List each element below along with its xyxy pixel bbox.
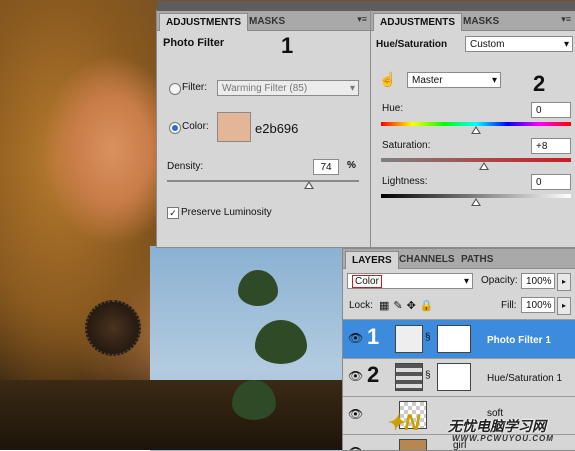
panel-tabbar: ADJUSTMENTS MASKS ▾≡: [157, 11, 371, 31]
panel-title: Photo Filter: [163, 37, 225, 49]
leaf-image: [232, 380, 276, 420]
lock-all-icon[interactable]: 🔒: [420, 300, 438, 312]
layer-name: Photo Filter 1: [487, 335, 551, 346]
panel-tabbar: ADJUSTMENTS MASKS ▾≡: [371, 11, 575, 31]
hue-input[interactable]: 0: [531, 102, 571, 118]
filter-select[interactable]: Warming Filter (85) ▾: [217, 80, 359, 96]
panel-top-trim: [371, 1, 575, 11]
opacity-label: Opacity:: [481, 275, 518, 286]
fill-label: Fill:: [501, 300, 517, 311]
color-hex-label: e2b696: [255, 121, 299, 136]
visibility-eye-icon[interactable]: 👁: [348, 369, 363, 383]
adjustment-thumbnail-icon: [395, 363, 423, 391]
opacity-input[interactable]: 100%: [521, 273, 555, 289]
color-radio[interactable]: [169, 122, 181, 134]
filter-label: Filter:: [182, 82, 207, 93]
hue-saturation-panel: ADJUSTMENTS MASKS ▾≡ Hue/Saturation Cust…: [370, 1, 575, 248]
channel-select-value: Master: [412, 75, 443, 86]
color-swatch[interactable]: [217, 112, 251, 142]
chevron-down-icon: ▾: [563, 39, 569, 50]
leaf-image: [255, 320, 307, 364]
layer-step-number: 1: [367, 324, 380, 349]
fill-input[interactable]: 100%: [521, 297, 555, 313]
panel-top-trim: [157, 1, 371, 11]
watermark-url: WWW.PCWUYOU.COM: [452, 434, 554, 443]
preserve-luminosity-label: Preserve Luminosity: [181, 207, 272, 218]
visibility-eye-icon[interactable]: 👁: [348, 445, 363, 450]
fill-arrow-icon[interactable]: ▸: [557, 297, 571, 315]
lock-paint-icon[interactable]: ✎: [393, 300, 406, 312]
layer-row[interactable]: 👁 1 § Photo Filter 1: [343, 320, 575, 359]
preset-select-value: Custom: [470, 39, 505, 50]
step-number: 1: [281, 33, 294, 58]
photo-filter-panel: ADJUSTMENTS MASKS ▾≡ Photo Filter 1 Filt…: [156, 1, 372, 248]
link-chain-icon: §: [425, 370, 431, 381]
preserve-luminosity-checkbox[interactable]: ✓: [167, 207, 179, 219]
panel-title: Hue/Saturation: [376, 39, 448, 50]
tab-paths[interactable]: PATHS: [455, 251, 499, 268]
saturation-slider-thumb[interactable]: [479, 162, 489, 170]
layer-mask-thumbnail: [437, 325, 471, 353]
visibility-eye-icon[interactable]: 👁: [348, 331, 363, 345]
density-slider-track[interactable]: [167, 180, 359, 182]
panel-menu-icon[interactable]: ▾≡: [561, 14, 571, 25]
layers-tabbar: LAYERS CHANNELS PATHS: [343, 249, 575, 269]
link-chain-icon: §: [425, 332, 431, 343]
lightness-slider-thumb[interactable]: [471, 198, 481, 206]
watermark-logo: ✦N: [386, 410, 421, 435]
chevron-down-icon: ▾: [491, 75, 497, 86]
lock-move-icon[interactable]: ✥: [407, 300, 420, 312]
color-label: Color:: [182, 121, 209, 132]
layer-thumbnail: [399, 439, 427, 450]
blend-mode-select[interactable]: Color ▾: [347, 273, 473, 289]
watermark-text: 无忧电脑学习网: [448, 418, 546, 434]
hue-label: Hue:: [382, 103, 404, 114]
saturation-slider-track[interactable]: [381, 158, 571, 162]
lightness-input[interactable]: 0: [531, 174, 571, 190]
blend-mode-value: Color: [352, 275, 382, 288]
tab-masks[interactable]: MASKS: [243, 13, 291, 30]
layer-mask-thumbnail: [437, 363, 471, 391]
hue-slider-thumb[interactable]: [471, 126, 481, 134]
leaf-image: [238, 270, 278, 306]
background-dress: [0, 380, 350, 450]
hand-adjust-icon[interactable]: ☝: [379, 71, 396, 88]
density-slider-thumb[interactable]: [304, 181, 315, 189]
density-input[interactable]: 74: [313, 159, 339, 175]
lightness-label: Lightness:: [382, 176, 428, 187]
saturation-input[interactable]: +8: [531, 138, 571, 154]
adjustment-thumbnail-icon: [395, 325, 423, 353]
tab-adjustments[interactable]: ADJUSTMENTS: [159, 13, 249, 31]
chevron-down-icon: ▾: [463, 276, 469, 287]
visibility-eye-icon[interactable]: 👁: [348, 407, 363, 421]
channel-select[interactable]: Master ▾: [407, 72, 501, 88]
lock-icons-group[interactable]: ▦✎✥🔒: [379, 299, 438, 312]
layer-name: Hue/Saturation 1: [487, 373, 563, 384]
filter-radio[interactable]: [169, 83, 181, 95]
tab-masks[interactable]: MASKS: [457, 13, 505, 30]
layer-row[interactable]: 👁 2 § Hue/Saturation 1: [343, 358, 575, 397]
tab-adjustments[interactable]: ADJUSTMENTS: [373, 13, 463, 31]
tab-layers[interactable]: LAYERS: [345, 251, 399, 269]
filter-select-value: Warming Filter (85): [222, 83, 308, 94]
layers-list: 👁 1 § Photo Filter 1 👁 2 § Hue/Saturatio…: [343, 319, 575, 450]
lock-transparency-icon[interactable]: ▦: [379, 300, 393, 312]
density-unit: %: [347, 160, 356, 171]
layer-step-number: 2: [367, 362, 380, 387]
saturation-label: Saturation:: [382, 140, 431, 151]
panel-menu-icon[interactable]: ▾≡: [357, 14, 367, 25]
lock-label: Lock:: [349, 300, 373, 311]
opacity-arrow-icon[interactable]: ▸: [557, 273, 571, 291]
density-label: Density:: [167, 161, 204, 172]
chevron-down-icon: ▾: [349, 83, 355, 94]
tab-channels[interactable]: CHANNELS: [393, 251, 461, 268]
step-number: 2: [533, 71, 546, 96]
preset-select[interactable]: Custom ▾: [465, 36, 573, 52]
pendant-image: [85, 300, 141, 356]
